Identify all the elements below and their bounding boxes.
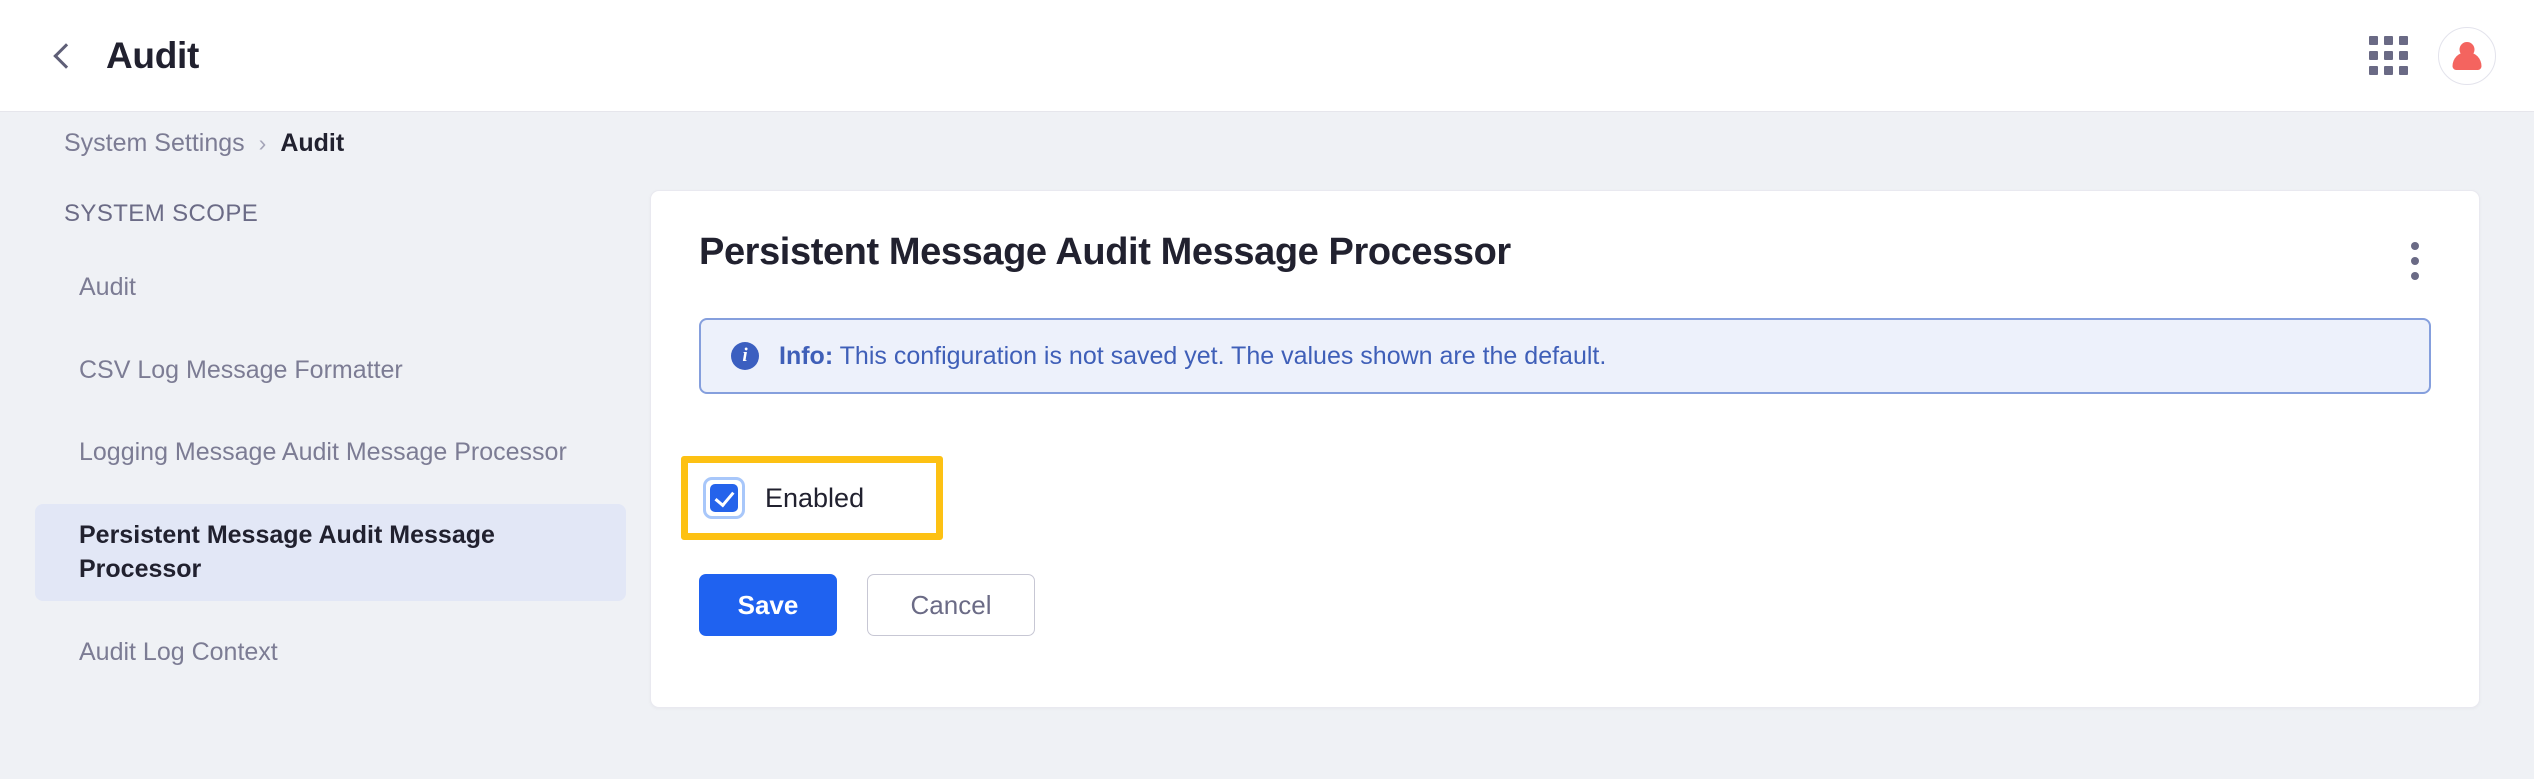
grid-cell [2383,66,2393,75]
grid-cell [2368,36,2378,45]
kebab-dot [2411,242,2419,250]
user-avatar-icon[interactable] [2438,26,2496,85]
kebab-dot [2411,272,2419,280]
cancel-button[interactable]: Cancel [867,574,1035,636]
header-actions [2368,26,2496,85]
sidebar-item-csv-log-message-formatter[interactable]: CSV Log Message Formatter [35,339,626,402]
info-banner-label: Info: [779,341,834,370]
kebab-dot [2411,257,2419,265]
info-banner-message: This configuration is not saved yet. The… [839,341,1607,370]
page-title: Audit [106,34,200,76]
chevron-left-icon [53,42,79,69]
back-button[interactable] [44,34,88,78]
breadcrumb-parent-link[interactable]: System Settings [64,129,245,158]
card-header: Persistent Message Audit Message Process… [651,191,2479,285]
enabled-checkbox-label: Enabled [765,482,865,513]
grid-apps-icon[interactable] [2368,36,2408,76]
app-root: Audit System Settings › Audit SYSTEM SCO… [0,0,2534,779]
sidebar-item-logging-message-audit-message-processor[interactable]: Logging Message Audit Message Processor [35,421,626,484]
grid-cell [2398,51,2408,60]
sidebar-nav: SYSTEM SCOPE Audit CSV Log Message Forma… [0,174,650,779]
breadcrumb-current: Audit [280,128,345,157]
breadcrumb-separator-icon: › [258,129,267,156]
avatar-body [2452,51,2482,70]
grid-cell [2368,51,2378,60]
grid-cell [2383,36,2393,45]
enabled-checkbox-row[interactable]: Enabled [703,477,865,519]
info-circle-icon: i [731,342,759,370]
grid-cell [2398,66,2408,75]
enabled-checkbox[interactable] [703,477,745,519]
config-card: Persistent Message Audit Message Process… [650,190,2480,708]
kebab-menu-icon[interactable] [2395,237,2435,285]
checkbox-checked-icon [710,484,738,512]
save-button[interactable]: Save [699,574,837,636]
sidebar-item-audit[interactable]: Audit [35,256,626,319]
breadcrumb: System Settings › Audit [0,112,2534,174]
sidebar-item-persistent-message-audit-message-processor[interactable]: Persistent Message Audit Message Process… [35,503,626,601]
sidebar-scope-label: SYSTEM SCOPE [64,200,259,227]
info-banner-text: Info: This configuration is not saved ye… [779,342,1606,371]
sidebar-item-audit-log-context[interactable]: Audit Log Context [35,621,626,684]
grid-cell [2383,51,2393,60]
grid-cell [2368,66,2378,75]
form-actions: Save Cancel [699,574,1035,636]
card-title: Persistent Message Audit Message Process… [699,231,1511,273]
info-banner: i Info: This configuration is not saved … [699,318,2431,394]
top-header-bar: Audit [0,0,2534,112]
grid-cell [2398,36,2408,45]
